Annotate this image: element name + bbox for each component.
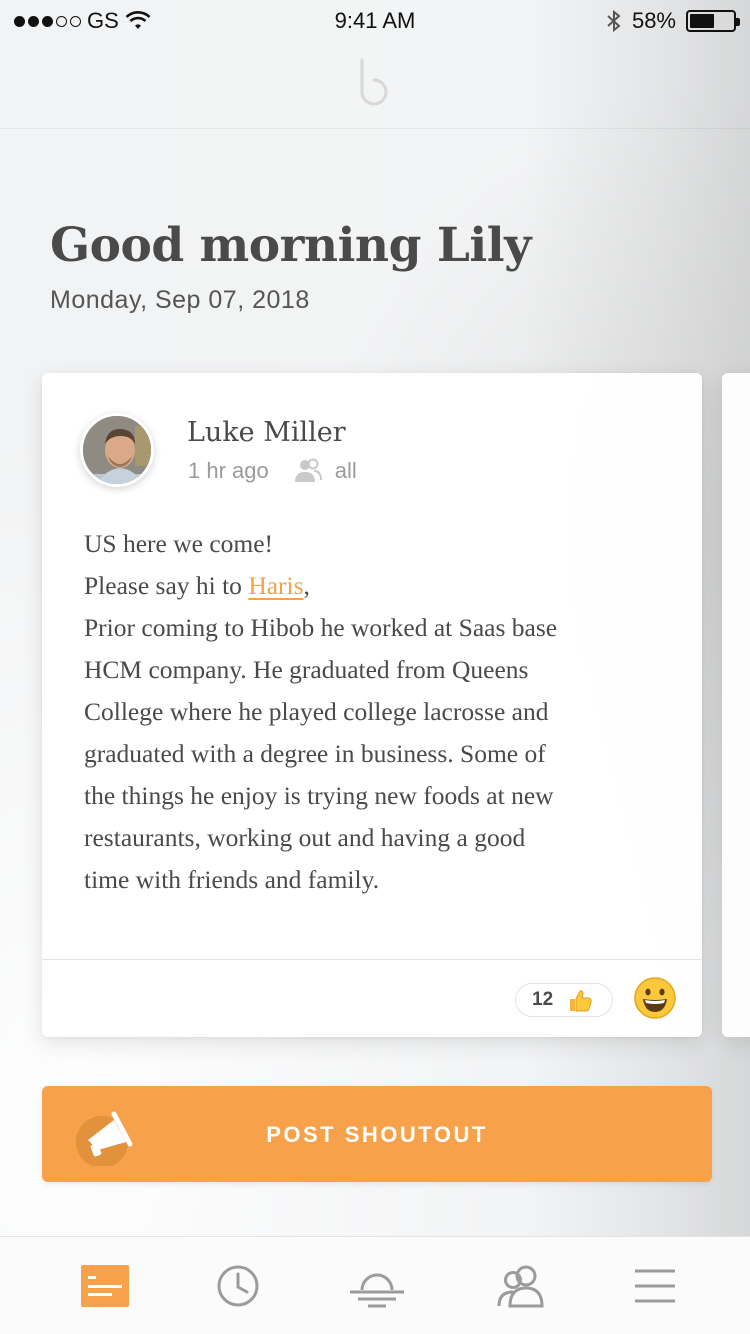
menu-icon	[635, 1269, 675, 1303]
status-bar: GS 9:41 AM 58%	[0, 0, 750, 40]
next-card-peek[interactable]	[722, 373, 750, 1037]
people-icon	[294, 458, 322, 482]
post-body: US here we come! Please say hi to Haris,…	[84, 523, 674, 901]
header-divider	[0, 128, 750, 129]
post-shoutout-button[interactable]: POST SHOUTOUT	[42, 1086, 712, 1182]
post-audience: all	[334, 458, 357, 483]
card-divider	[42, 959, 702, 960]
post-line: Prior coming to Hibob he worked at Saas …	[84, 613, 558, 642]
like-count: 12	[532, 989, 554, 1010]
mention-link[interactable]: Haris	[248, 571, 303, 600]
post-line: the things he enjoy is trying new foods …	[84, 781, 554, 810]
battery-area: 58%	[606, 8, 740, 34]
post-line: time with friends and family.	[84, 865, 380, 894]
clock-icon	[217, 1265, 259, 1307]
current-date: Monday, Sep 07, 2018	[50, 286, 310, 314]
smiley-icon[interactable]	[633, 976, 677, 1020]
post-text: ,	[303, 571, 310, 600]
post-shoutout-label: POST SHOUTOUT	[266, 1122, 488, 1147]
greeting-title: Good morning Lily	[50, 218, 531, 273]
author-avatar[interactable]	[80, 413, 154, 487]
thumbs-up-icon	[570, 990, 592, 1012]
tab-feed[interactable]	[75, 1261, 135, 1311]
post-line: Please say hi to Haris,	[84, 565, 674, 607]
desk-icon	[350, 1273, 404, 1308]
tab-bar	[0, 1236, 750, 1334]
tab-time[interactable]	[208, 1261, 268, 1311]
post-line: restaurants, working out and having a go…	[84, 823, 526, 852]
people-icon	[497, 1265, 544, 1308]
feed-icon	[81, 1265, 129, 1307]
tab-people[interactable]	[492, 1261, 552, 1311]
post-line: graduated with a degree in business. Som…	[84, 739, 546, 768]
post-line: HCM company. He graduated from Queens	[84, 655, 529, 684]
battery-percent: 58%	[631, 8, 676, 33]
tab-workspace[interactable]	[347, 1261, 407, 1311]
post-time: 1 hr ago	[188, 458, 269, 483]
logo-icon	[360, 58, 388, 106]
post-line: US here we come!	[84, 529, 274, 558]
tab-menu[interactable]	[625, 1261, 685, 1311]
shoutout-card[interactable]: Luke Miller 1 hr ago all US here we come…	[42, 373, 702, 1037]
author-name[interactable]: Luke Miller	[187, 417, 346, 448]
post-line: College where he played college lacrosse…	[84, 697, 549, 726]
battery-icon	[686, 10, 740, 32]
post-meta: 1 hr ago all	[188, 458, 357, 484]
post-text: Please say hi to	[84, 571, 249, 600]
like-button[interactable]: 12	[515, 983, 613, 1017]
bluetooth-icon	[607, 9, 621, 33]
